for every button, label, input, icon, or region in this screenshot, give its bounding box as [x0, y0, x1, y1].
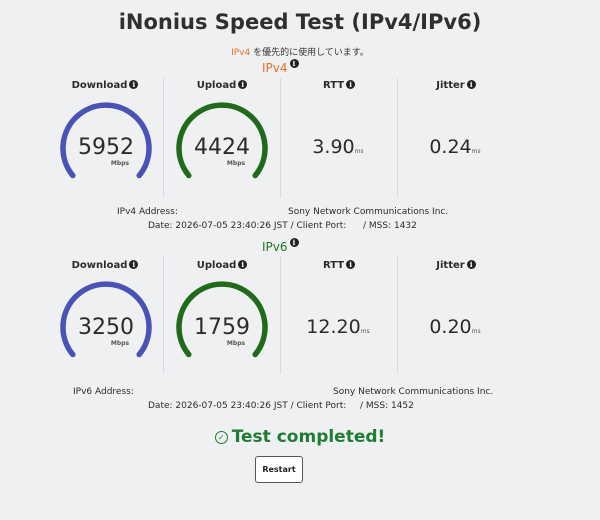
header-label: Upload — [196, 260, 237, 271]
ipv4-label-text: IPv4 — [262, 61, 288, 75]
ipv6-rtt-header: RTT i — [281, 260, 397, 271]
column-divider — [397, 256, 398, 374]
restart-button[interactable]: Restart — [255, 456, 303, 483]
ipv4-rtt-header: RTT i — [281, 80, 397, 91]
header-label: Jitter — [436, 80, 465, 91]
upload-value: 1759 — [194, 315, 250, 340]
ipv4-provider: Sony Network Communications Inc. — [288, 207, 449, 217]
info-icon[interactable]: i — [289, 238, 299, 247]
info-icon[interactable]: i — [346, 80, 356, 89]
download-value: 3250 — [78, 315, 134, 340]
ipv4-date-line: Date: 2026-07-05 23:40:26 JST / Client P… — [148, 221, 347, 231]
ipv6-provider: Sony Network Communications Inc. — [333, 387, 494, 397]
info-icon[interactable]: i — [129, 80, 139, 89]
upload-unit: Mbps — [226, 340, 246, 347]
column-divider — [163, 78, 164, 198]
rtt-value: 12.20 — [306, 316, 361, 338]
check-circle-icon: ✓ — [214, 431, 228, 444]
column-divider — [280, 256, 281, 374]
upload-unit: Mbps — [226, 160, 246, 167]
download-value: 5952 — [78, 135, 134, 160]
header-label: Jitter — [436, 260, 465, 271]
column-divider — [163, 256, 164, 374]
status-text: Test completed! — [231, 427, 386, 447]
ipv4-address-label: IPv4 Address: — [117, 207, 178, 217]
info-icon[interactable]: i — [466, 80, 476, 89]
ipv4-upload-header: Upload i — [164, 80, 280, 91]
ipv6-download-header: Download i — [47, 260, 163, 271]
ipv6-jitter-header: Jitter i — [398, 260, 514, 271]
rtt-unit: ms — [354, 148, 364, 155]
ipv6-mss: / MSS: 1452 — [360, 401, 414, 411]
jitter-value: 0.24 — [429, 136, 472, 158]
ipv4-download-header: Download i — [47, 80, 163, 91]
header-label: RTT — [322, 260, 345, 271]
protocol-preference-note: IPv4 を優先的に使用しています。 — [0, 45, 600, 58]
rtt-value: 3.90 — [312, 136, 355, 158]
download-unit: Mbps — [110, 340, 130, 347]
download-unit: Mbps — [110, 160, 130, 167]
ipv4-section-label: IPv4 i — [262, 59, 299, 75]
ipv6-address-label: IPv6 Address: — [73, 387, 134, 397]
ipv6-section-label: IPv6 i — [262, 238, 299, 254]
ipv4-rtt-readout: 3.90ms — [280, 136, 396, 158]
ipv6-jitter-readout: 0.20ms — [397, 316, 513, 338]
upload-value: 4424 — [194, 135, 250, 160]
ipv4-jitter-readout: 0.24ms — [397, 136, 513, 158]
ipv6-upload-gauge: 1759 Mbps — [176, 281, 268, 363]
jitter-unit: ms — [471, 328, 481, 335]
ipv6-label-text: IPv6 — [262, 240, 288, 254]
info-icon[interactable]: i — [289, 59, 299, 68]
ipv6-rtt-readout: 12.20ms — [280, 316, 396, 338]
header-label: Download — [71, 80, 128, 91]
rtt-unit: ms — [360, 328, 370, 335]
page-title: iNonius Speed Test (IPv4/IPv6) — [118, 10, 482, 34]
jitter-value: 0.20 — [429, 316, 472, 338]
info-icon[interactable]: i — [346, 260, 356, 269]
ipv4-upload-gauge: 4424 Mbps — [176, 102, 268, 184]
ipv4-jitter-header: Jitter i — [398, 80, 514, 91]
ipv6-upload-header: Upload i — [164, 260, 280, 271]
ipv6-download-gauge: 3250 Mbps — [60, 281, 152, 363]
preferred-protocol: IPv4 — [231, 48, 251, 58]
info-icon[interactable]: i — [238, 80, 248, 89]
info-icon[interactable]: i — [466, 260, 476, 269]
ipv6-date-line: Date: 2026-07-05 23:40:26 JST / Client P… — [148, 401, 347, 411]
header-label: Upload — [196, 80, 237, 91]
info-icon[interactable]: i — [129, 260, 139, 269]
preference-text: を優先的に使用しています。 — [250, 48, 369, 58]
header-label: Download — [71, 260, 128, 271]
ipv4-download-gauge: 5952 Mbps — [60, 102, 152, 184]
info-icon[interactable]: i — [238, 260, 248, 269]
ipv4-mss: / MSS: 1432 — [363, 221, 417, 231]
header-label: RTT — [322, 80, 345, 91]
test-status: ✓ Test completed! — [0, 427, 600, 447]
jitter-unit: ms — [471, 148, 481, 155]
